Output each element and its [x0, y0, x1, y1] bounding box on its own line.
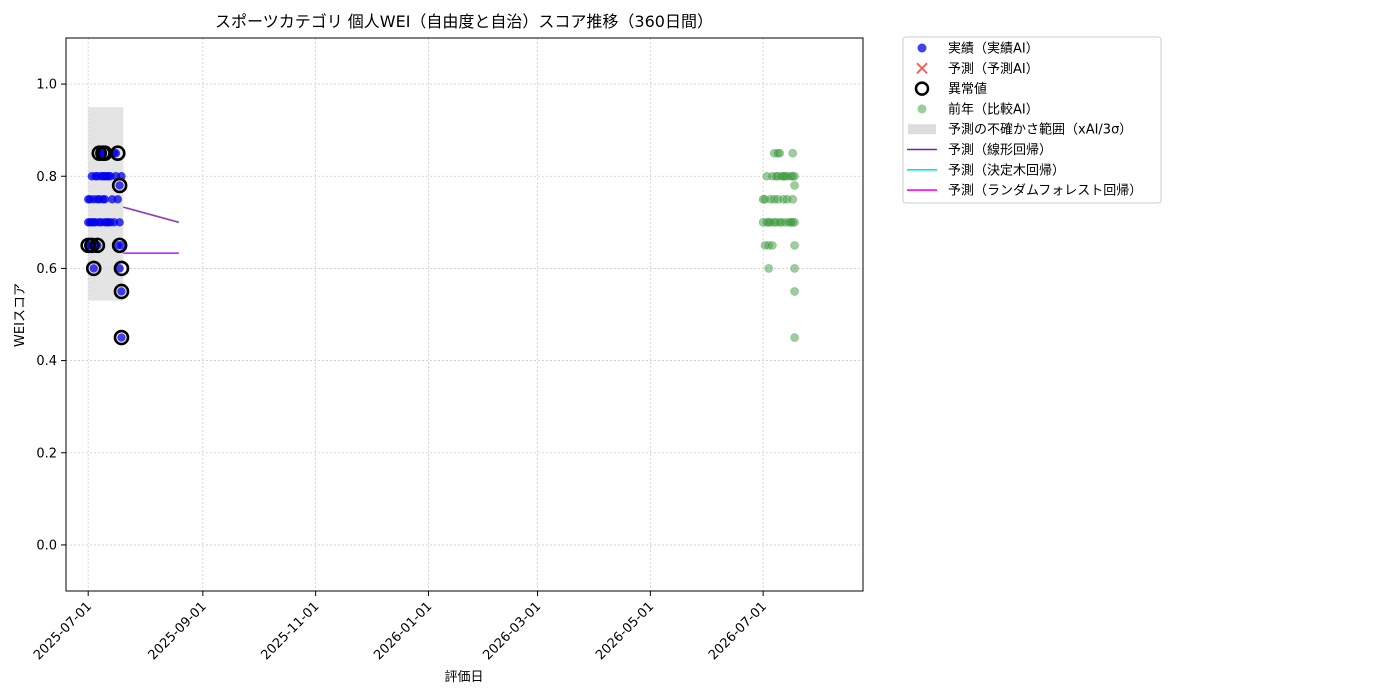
legend-label: 異常値 [948, 81, 987, 97]
y-tick-label: 0.0 [36, 538, 57, 553]
actual-point [117, 333, 126, 342]
legend-label: 予測（予測AI） [948, 62, 1039, 77]
previous-year-point [790, 171, 799, 181]
legend-label: 実績（実績AI） [948, 41, 1039, 57]
legend-marker [908, 124, 936, 135]
previous-year-point [788, 148, 798, 158]
actual-point [115, 218, 124, 227]
previous-year-point [790, 287, 799, 296]
y-tick-label: 0.4 [36, 354, 57, 369]
previous-year-point [768, 241, 777, 250]
legend-label: 予測（ランダムフォレスト回帰） [948, 183, 1142, 199]
legend-marker [917, 43, 927, 53]
previous-year-point [790, 218, 799, 227]
actual-point [115, 181, 124, 190]
actual-point [113, 195, 122, 204]
actual-point [89, 264, 98, 273]
legend-label: 予測の不確かさ範囲（xAI/3σ） [948, 122, 1132, 138]
previous-year-point [790, 181, 799, 190]
legend-marker [917, 104, 927, 114]
y-tick-label: 0.6 [36, 262, 57, 277]
wei-score-chart: スポーツカテゴリ 個人WEI（自由度と自治）スコア推移（360日間） 2025-… [0, 0, 1400, 700]
chart-title: スポーツカテゴリ 個人WEI（自由度と自治）スコア推移（360日間） [215, 12, 713, 31]
legend-label: 予測（決定木回帰） [948, 162, 1065, 178]
previous-year-point [790, 264, 799, 273]
legend: 実績（実績AI） 予測（予測AI） 異常値前年（比較AI） 予測の不確かさ範囲（xAI… [902, 36, 1162, 204]
y-tick-label: 0.2 [36, 446, 57, 461]
previous-year-point [788, 194, 798, 204]
actual-point [117, 287, 126, 296]
previous-year-point [764, 264, 773, 273]
previous-year-point [790, 241, 799, 250]
x-axis-label: 評価日 [444, 670, 483, 685]
y-tick-label: 1.0 [36, 78, 57, 93]
previous-year-point [775, 148, 785, 158]
y-tick-label: 0.8 [36, 170, 57, 185]
actual-point [100, 195, 110, 204]
legend-label: 予測（線形回帰） [948, 142, 1052, 158]
figure-background [0, 0, 1400, 700]
legend-label: 前年（比較AI） [948, 101, 1039, 117]
previous-year-point [790, 333, 799, 342]
y-axis-label: WEIスコア [13, 283, 28, 347]
